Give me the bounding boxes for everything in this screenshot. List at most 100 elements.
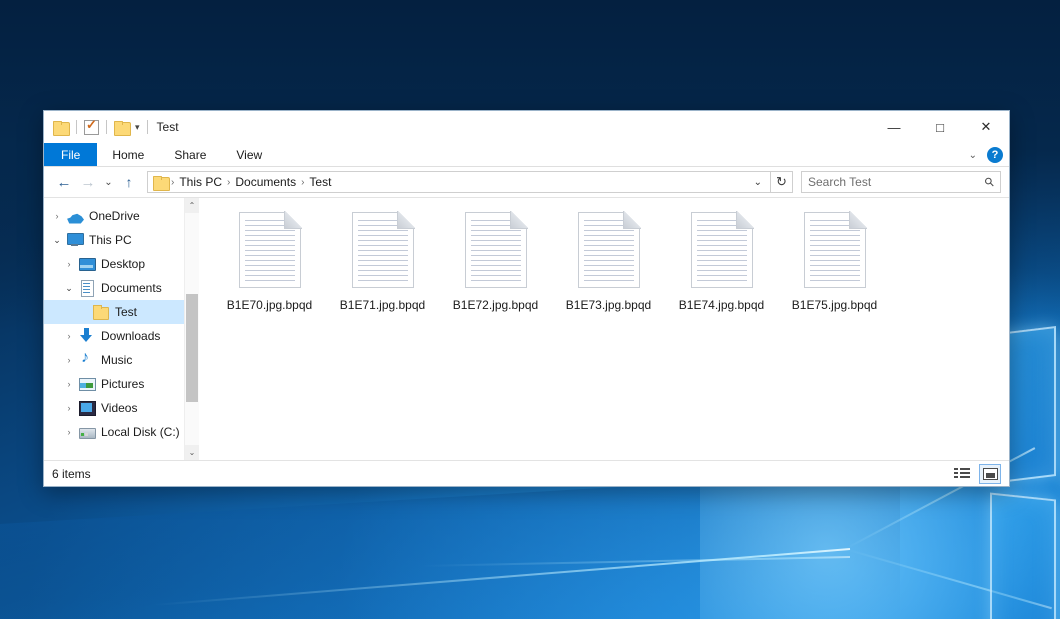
address-bar-row: ← → ⌄ ↑ › This PC › Documents › Test ⌄ ↻… bbox=[44, 167, 1009, 197]
sidebar-item-label: Videos bbox=[101, 401, 137, 415]
ribbon-right-controls: ⌄ ? bbox=[969, 143, 1003, 167]
toolbar-divider bbox=[147, 120, 148, 134]
scrollbar-thumb[interactable] bbox=[186, 294, 198, 402]
sidebar-item-label: Documents bbox=[101, 281, 162, 295]
sidebar-item-label: Pictures bbox=[101, 377, 144, 391]
up-button[interactable]: ↑ bbox=[117, 170, 141, 194]
chevron-down-icon[interactable]: ⌄ bbox=[969, 150, 977, 161]
back-button[interactable]: ← bbox=[52, 170, 76, 194]
scroll-up-arrow-icon[interactable]: ⌃ bbox=[185, 198, 199, 213]
folder-icon bbox=[153, 176, 169, 189]
breadcrumb-separator: › bbox=[299, 177, 306, 188]
maximize-button[interactable]: □ bbox=[917, 111, 963, 143]
pictures-icon bbox=[78, 376, 96, 392]
file-name: B1E72.jpg.bpqd bbox=[453, 298, 538, 312]
file-explorer-window: ▾ Test — □ ✕ File Home Share View ⌄ ? ← … bbox=[43, 110, 1010, 487]
sidebar-item-documents[interactable]: ⌄ Documents bbox=[44, 276, 199, 300]
music-icon bbox=[78, 352, 96, 368]
file-list-area[interactable]: B1E70.jpg.bpqd B1E71.jpg.bpqd B1E72.jpg.… bbox=[199, 198, 1009, 460]
onedrive-icon bbox=[66, 210, 84, 224]
windows-logo-pane bbox=[990, 493, 1056, 619]
status-bar: 6 items bbox=[44, 460, 1009, 486]
breadcrumb-separator: › bbox=[169, 177, 176, 188]
downloads-icon bbox=[78, 328, 96, 344]
file-item[interactable]: B1E73.jpg.bpqd bbox=[552, 210, 665, 330]
search-box[interactable]: ⚲ bbox=[801, 171, 1001, 193]
breadcrumb-separator: › bbox=[225, 177, 232, 188]
window-title: Test bbox=[157, 120, 179, 134]
details-view-button[interactable] bbox=[951, 464, 973, 484]
sidebar-item-label: OneDrive bbox=[89, 209, 140, 223]
generic-document-icon bbox=[352, 212, 414, 288]
breadcrumb-item-test[interactable]: Test bbox=[306, 175, 334, 189]
breadcrumb-item-documents[interactable]: Documents bbox=[232, 175, 299, 189]
sidebar-item-music[interactable]: › Music bbox=[44, 348, 199, 372]
sidebar-item-onedrive[interactable]: › OneDrive bbox=[44, 204, 199, 228]
tab-home[interactable]: Home bbox=[97, 143, 159, 166]
generic-document-icon bbox=[804, 212, 866, 288]
tab-file[interactable]: File bbox=[44, 143, 97, 166]
minimize-button[interactable]: — bbox=[871, 111, 917, 143]
file-item[interactable]: B1E71.jpg.bpqd bbox=[326, 210, 439, 330]
toolbar-divider bbox=[76, 120, 77, 134]
search-icon[interactable]: ⚲ bbox=[982, 174, 998, 190]
chevron-down-icon[interactable]: ⌄ bbox=[48, 235, 66, 246]
sidebar-scrollbar[interactable]: ⌃ ⌄ bbox=[184, 198, 199, 460]
sidebar-item-this-pc[interactable]: ⌄ This PC bbox=[44, 228, 199, 252]
scroll-down-arrow-icon[interactable]: ⌄ bbox=[185, 445, 199, 460]
videos-icon bbox=[78, 400, 96, 416]
sidebar-item-desktop[interactable]: › Desktop bbox=[44, 252, 199, 276]
help-icon[interactable]: ? bbox=[987, 147, 1003, 163]
breadcrumb-item-this-pc[interactable]: This PC bbox=[176, 175, 225, 189]
sidebar-item-label: Desktop bbox=[101, 257, 145, 271]
close-button[interactable]: ✕ bbox=[963, 111, 1009, 143]
tab-view[interactable]: View bbox=[221, 143, 277, 166]
chevron-down-icon[interactable]: ⌄ bbox=[60, 283, 78, 294]
window-body: › OneDrive ⌄ This PC › Desktop ⌄ Documen… bbox=[44, 197, 1009, 460]
tab-share[interactable]: Share bbox=[159, 143, 221, 166]
details-view-icon bbox=[954, 468, 970, 480]
sidebar-item-local-disk[interactable]: › Local Disk (C:) bbox=[44, 420, 199, 444]
title-bar: ▾ Test — □ ✕ bbox=[44, 111, 1009, 143]
generic-document-icon bbox=[465, 212, 527, 288]
disk-icon bbox=[78, 424, 96, 440]
item-count-label: 6 items bbox=[52, 467, 91, 481]
chevron-right-icon[interactable]: › bbox=[60, 355, 78, 365]
file-name: B1E71.jpg.bpqd bbox=[340, 298, 425, 312]
navigation-pane: › OneDrive ⌄ This PC › Desktop ⌄ Documen… bbox=[44, 198, 199, 460]
sidebar-item-test[interactable]: Test bbox=[44, 300, 199, 324]
file-item[interactable]: B1E74.jpg.bpqd bbox=[665, 210, 778, 330]
chevron-right-icon[interactable]: › bbox=[48, 211, 66, 221]
folder-icon[interactable] bbox=[53, 121, 69, 134]
generic-document-icon bbox=[691, 212, 753, 288]
chevron-right-icon[interactable]: › bbox=[60, 331, 78, 341]
chevron-down-icon[interactable]: ▾ bbox=[135, 123, 140, 132]
file-item[interactable]: B1E70.jpg.bpqd bbox=[213, 210, 326, 330]
chevron-right-icon[interactable]: › bbox=[60, 427, 78, 437]
sidebar-item-pictures[interactable]: › Pictures bbox=[44, 372, 199, 396]
sidebar-item-label: Local Disk (C:) bbox=[101, 425, 180, 439]
file-grid: B1E70.jpg.bpqd B1E71.jpg.bpqd B1E72.jpg.… bbox=[213, 210, 1009, 330]
address-bar[interactable]: › This PC › Documents › Test ⌄ bbox=[147, 171, 771, 193]
file-item[interactable]: B1E72.jpg.bpqd bbox=[439, 210, 552, 330]
refresh-button[interactable]: ↻ bbox=[771, 171, 793, 193]
sidebar-item-label: Test bbox=[115, 305, 137, 319]
new-folder-icon[interactable] bbox=[114, 121, 130, 134]
quick-access-toolbar: ▾ Test bbox=[44, 120, 179, 135]
file-name: B1E73.jpg.bpqd bbox=[566, 298, 651, 312]
file-item[interactable]: B1E75.jpg.bpqd bbox=[778, 210, 891, 330]
desktop-icon bbox=[78, 256, 96, 272]
sidebar-item-videos[interactable]: › Videos bbox=[44, 396, 199, 420]
chevron-down-icon[interactable]: ⌄ bbox=[754, 177, 766, 188]
properties-checkbox-icon[interactable] bbox=[84, 120, 99, 135]
chevron-right-icon[interactable]: › bbox=[60, 403, 78, 413]
chevron-right-icon[interactable]: › bbox=[60, 379, 78, 389]
recent-locations-button[interactable]: ⌄ bbox=[100, 170, 117, 194]
sidebar-item-label: This PC bbox=[89, 233, 132, 247]
forward-button: → bbox=[76, 170, 100, 194]
sidebar-item-label: Downloads bbox=[101, 329, 160, 343]
search-input[interactable] bbox=[808, 175, 981, 189]
large-icons-view-button[interactable] bbox=[979, 464, 1001, 484]
sidebar-item-downloads[interactable]: › Downloads bbox=[44, 324, 199, 348]
chevron-right-icon[interactable]: › bbox=[60, 259, 78, 269]
